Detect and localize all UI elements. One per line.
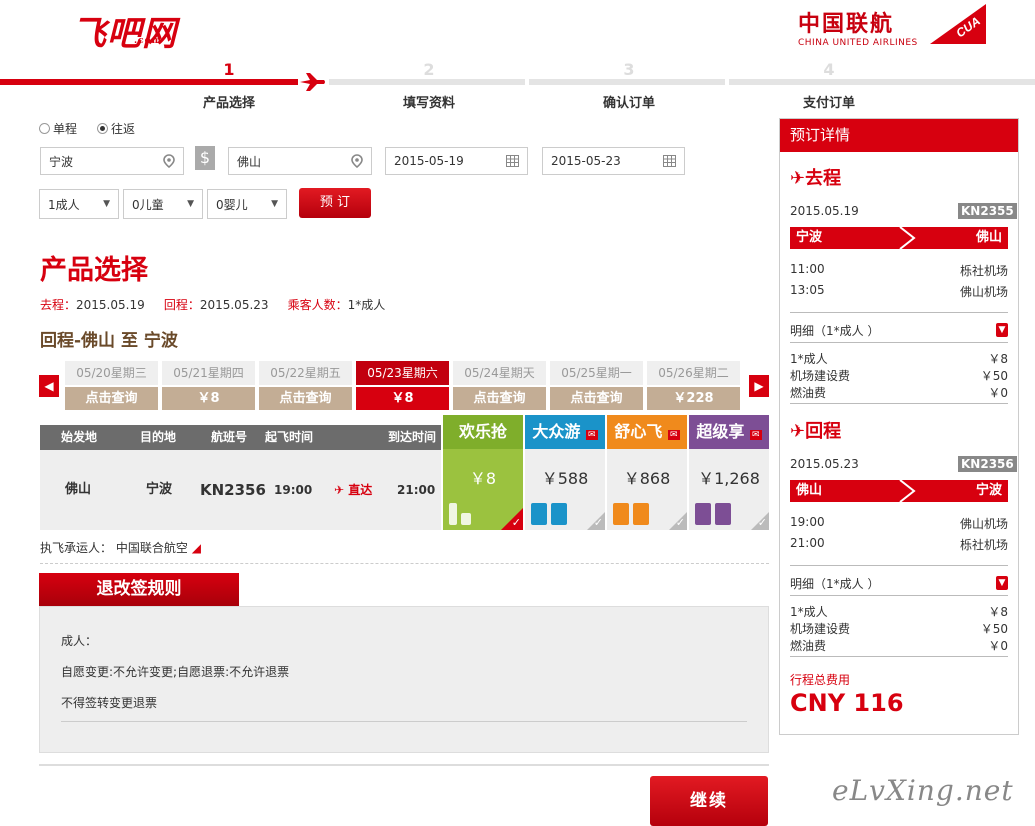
flight-table-header: 始发地 目的地 航班号 起飞时间 到达时间 — [40, 425, 441, 450]
rules-content: 成人： 自愿变更:不允许变更;自愿退票:不允许退票 不得签转变更退票 — [39, 606, 769, 753]
children-select[interactable]: 0儿童 ▼ — [123, 189, 203, 219]
outbound-date: 2015.05.19 — [790, 204, 859, 218]
meal-icon — [715, 503, 731, 525]
calendar-icon — [506, 155, 519, 167]
radio-one-way[interactable]: 单程 — [39, 120, 77, 137]
page-title: 产品选择 — [40, 255, 148, 286]
radio-icon[interactable] — [39, 123, 50, 134]
step-label-2: 填写资料 — [402, 96, 455, 111]
trip-summary: 去程：2015.05.19 回程：2015.05.23 乘客人数：1*成人 — [40, 298, 386, 312]
section-title: 回程-佛山 至 宁波 — [40, 331, 178, 351]
from-city-input[interactable]: 宁波 — [40, 147, 184, 175]
to-city-input[interactable]: 佛山 — [228, 147, 372, 175]
step-label-1: 产品选择 — [202, 96, 255, 111]
book-button[interactable]: 预 订 — [299, 188, 371, 218]
plane-icon: ✈ — [790, 421, 806, 442]
outbound-detail-label: 明细（1*成人 ） — [790, 324, 880, 338]
fare-option[interactable]: 超级享 ✉ ￥1,268 ✓ — [689, 415, 769, 530]
total-price: CNY 116 — [790, 689, 904, 717]
outbound-flight-badge: KN2355 — [958, 203, 1017, 219]
divider — [39, 764, 769, 766]
inbound-date: 2015.05.23 — [790, 457, 859, 471]
expand-details-button[interactable]: ▼ — [996, 321, 1008, 337]
check-icon: ✓ — [675, 516, 685, 529]
check-icon: ✓ — [511, 516, 521, 529]
outbound-route: 宁波 佛山 — [790, 227, 1008, 249]
chevron-down-icon: ▼ — [103, 199, 110, 209]
luggage-icon — [461, 513, 471, 525]
airline-tail-logo-icon: CUA — [930, 4, 986, 44]
flight-row[interactable]: 佛山 宁波 KN2356 19:00 ✈ 直达 21:00 — [40, 450, 441, 530]
prev-dates-button[interactable]: ◀ — [39, 375, 59, 397]
flag-icon: ✉ — [668, 430, 680, 440]
check-icon: ✓ — [593, 516, 603, 529]
continue-button[interactable]: 继续 — [650, 776, 768, 826]
step-progress-4 — [729, 79, 1035, 85]
date-tab[interactable]: 05/25星期一 点击查询 — [550, 361, 643, 410]
step-number-3: 3 — [623, 60, 635, 79]
depart-date-input[interactable]: 2015-05-19 — [385, 147, 528, 175]
seat-icon — [633, 503, 649, 525]
step-number-2: 2 — [423, 60, 435, 79]
inbound-detail-label: 明细（1*成人 ） — [790, 577, 880, 591]
divider — [40, 563, 769, 564]
step-progress-3 — [529, 79, 725, 85]
chevron-down-icon: ▼ — [271, 199, 278, 209]
date-tab[interactable]: 05/22星期五 点击查询 — [259, 361, 352, 410]
check-icon: ✓ — [757, 516, 767, 529]
calendar-icon — [663, 155, 676, 167]
next-dates-button[interactable]: ▶ — [749, 375, 769, 397]
carrier-info: 执飞承运人： 中国联合航空 ◢ — [40, 541, 201, 555]
step-label-4: 支付订单 — [802, 96, 855, 111]
plane-icon — [300, 73, 325, 91]
chevron-down-icon: ▼ — [187, 199, 194, 209]
flag-icon: ✉ — [586, 430, 598, 440]
flag-icon: ✉ — [750, 430, 762, 440]
step-progress-2 — [329, 79, 525, 85]
date-tab[interactable]: 05/24星期天 点击查询 — [453, 361, 546, 410]
date-tab[interactable]: 05/21星期四 ￥8 — [162, 361, 255, 410]
inbound-heading: ✈回程 — [790, 421, 842, 442]
inbound-flight-badge: KN2356 — [958, 456, 1017, 472]
radio-selected-icon[interactable] — [97, 123, 108, 134]
date-tab[interactable]: 05/26星期二 ￥228 — [647, 361, 740, 410]
radio-round-trip[interactable]: 往返 — [97, 120, 135, 137]
fare-option-selected[interactable]: 欢乐抢 ￥8 ✓ — [443, 415, 523, 530]
rules-title: 退改签规则 — [39, 573, 239, 606]
fare-option[interactable]: 大众游 ✉ ￥588 ✓ — [525, 415, 605, 530]
seat-icon — [695, 503, 711, 525]
chevron-down-icon: ▼ — [996, 323, 1008, 337]
return-date-input[interactable]: 2015-05-23 — [542, 147, 685, 175]
adults-select[interactable]: 1成人 ▼ — [39, 189, 119, 219]
airline-tail-icon: ◢ — [191, 541, 201, 555]
location-pin-icon — [351, 154, 363, 168]
direct-flight-label: ✈ 直达 — [334, 483, 373, 497]
site-logo[interactable]: 飞吧网 .com — [72, 6, 177, 55]
plane-icon: ✈ — [790, 168, 806, 189]
step-number-1: 1 — [223, 60, 235, 79]
luggage-icon — [531, 503, 547, 525]
panel-title: 预订详情 — [780, 119, 1018, 152]
expand-details-button[interactable]: ▼ — [996, 574, 1008, 590]
airline-logo: 中国联航 CHINA UNITED AIRLINES — [798, 11, 918, 48]
luggage-icon — [613, 503, 629, 525]
fare-option[interactable]: 舒心飞 ✉ ￥868 ✓ — [607, 415, 687, 530]
step-progress-active — [0, 79, 298, 85]
watermark: eLvXing.net — [832, 774, 1014, 807]
location-pin-icon — [163, 154, 175, 168]
step-label-3: 确认订单 — [602, 96, 655, 111]
person-icon — [449, 503, 457, 525]
chevron-down-icon: ▼ — [996, 576, 1008, 590]
date-tab-active[interactable]: 05/23星期六 ￥8 — [356, 361, 449, 410]
total-label: 行程总费用 — [790, 673, 851, 687]
step-number-4: 4 — [823, 60, 835, 79]
booking-details-panel: 预订详情 ✈去程 2015.05.19 KN2355 宁波 佛山 11:00 栎… — [779, 118, 1019, 735]
infants-select[interactable]: 0婴儿 ▼ — [207, 189, 287, 219]
swap-cities-button[interactable]: $ — [195, 146, 215, 170]
date-tab[interactable]: 05/20星期三 点击查询 — [65, 361, 158, 410]
inbound-route: 佛山 宁波 — [790, 480, 1008, 502]
seat-icon — [551, 503, 567, 525]
outbound-heading: ✈去程 — [790, 168, 842, 189]
